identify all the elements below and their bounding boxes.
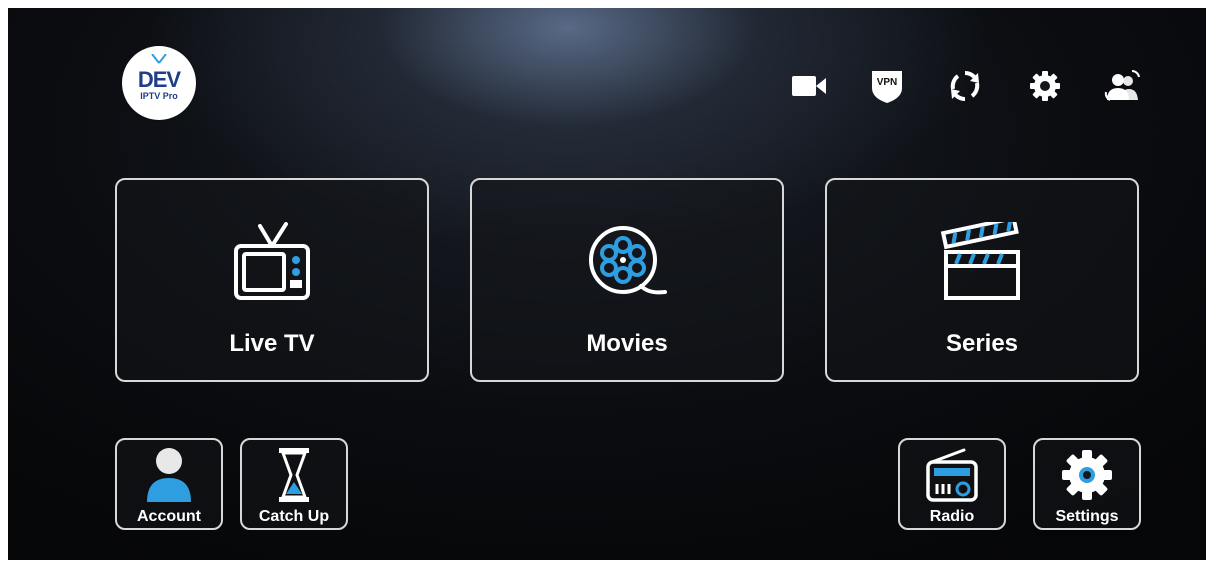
gear-icon[interactable] [1026, 68, 1064, 104]
app-screen: DEV IPTV Pro VPN Live TV Movies Series A… [8, 8, 1206, 560]
series-label: Series [945, 330, 1019, 357]
antenna-icon [151, 54, 167, 64]
switch-user-icon[interactable] [1104, 68, 1142, 104]
film-reel-icon [589, 226, 667, 295]
radio-button[interactable]: Radio [898, 438, 1006, 530]
live-tv-label: Live TV [229, 330, 315, 357]
app-logo: DEV IPTV Pro [122, 46, 196, 120]
clapperboard-icon [940, 222, 1020, 300]
refresh-icon[interactable] [946, 68, 984, 104]
live-tv-tile[interactable]: Live TV [115, 178, 429, 382]
radio-icon [926, 448, 978, 502]
settings-gear-icon [1062, 450, 1112, 500]
video-camera-icon[interactable] [790, 68, 828, 104]
settings-label: Settings [1055, 508, 1119, 525]
user-icon [147, 448, 191, 502]
vpn-label: VPN [877, 77, 898, 88]
catch-up-button[interactable]: Catch Up [240, 438, 348, 530]
settings-button[interactable]: Settings [1033, 438, 1141, 530]
account-button[interactable]: Account [115, 438, 223, 530]
radio-label: Radio [929, 508, 975, 525]
catch-up-label: Catch Up [258, 508, 330, 525]
hourglass-icon [279, 448, 309, 502]
movies-tile[interactable]: Movies [470, 178, 784, 382]
vpn-shield-icon[interactable]: VPN [868, 68, 906, 104]
series-tile[interactable]: Series [825, 178, 1139, 382]
movies-label: Movies [586, 330, 668, 357]
account-label: Account [137, 508, 201, 525]
tv-icon [234, 222, 310, 300]
logo-main-text: DEV [137, 66, 181, 92]
logo-sub-text: IPTV Pro [140, 90, 178, 101]
